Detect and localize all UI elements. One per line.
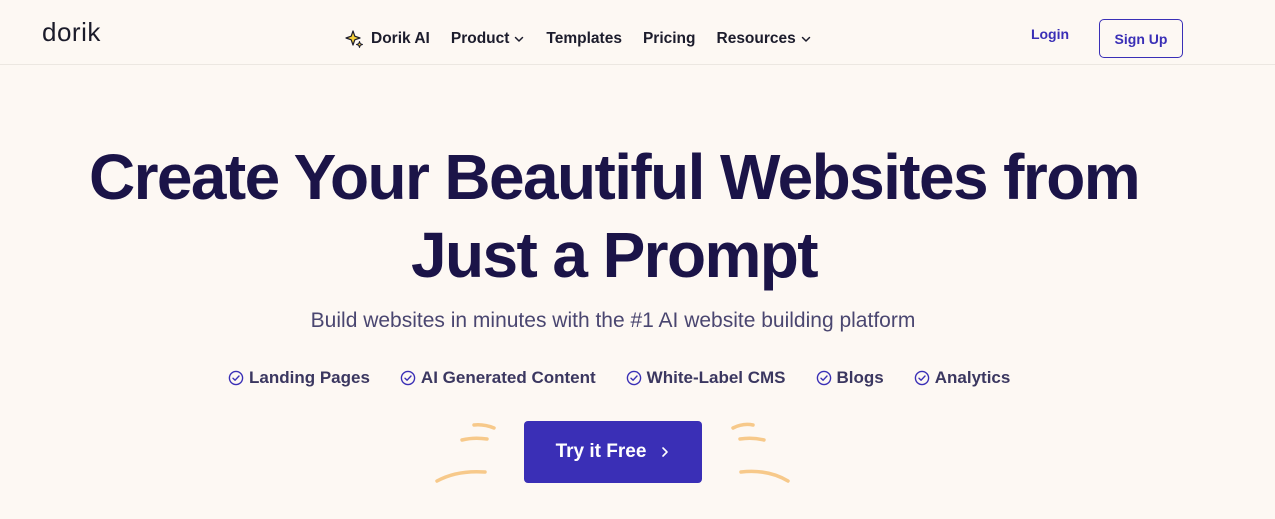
chevron-down-icon	[801, 36, 811, 42]
check-circle-icon	[400, 370, 416, 386]
nav-item-label: Product	[450, 30, 510, 47]
nav-item-product[interactable]: Product	[451, 30, 526, 48]
feature-item: AI Generated Content	[400, 368, 596, 388]
feature-label: Analytics	[934, 368, 1011, 387]
hero-title-line-2: Just a Prompt	[411, 219, 819, 291]
feature-label: AI Generated Content	[420, 368, 596, 387]
nav-item-label: Pricing	[642, 30, 696, 47]
feature-item: Landing Pages	[228, 368, 370, 388]
hero-title: Create Your Beautiful Websites from Just…	[0, 138, 1228, 294]
feature-item: White-Label CMS	[626, 368, 786, 388]
feature-label: Blogs	[836, 368, 884, 387]
cta-label: Try it Free	[555, 441, 647, 462]
nav-item-dorik-ai[interactable]: Dorik AI	[344, 29, 430, 49]
main-nav: Dorik AI Product Templates Pricing Resou…	[344, 21, 812, 57]
top-navbar: dorik Dorik AI Product Templates Pricing…	[0, 0, 1275, 65]
hero-title-line-1: Create Your Beautiful Websites from	[88, 141, 1141, 213]
sign-up-button[interactable]: Sign Up	[1099, 19, 1183, 58]
check-circle-icon	[914, 370, 930, 386]
feature-item: Blogs	[816, 368, 884, 388]
feature-label: White-Label CMS	[646, 368, 786, 387]
feature-item: Analytics	[914, 368, 1011, 388]
chevron-right-icon	[662, 447, 669, 457]
check-circle-icon	[228, 370, 244, 386]
try-it-free-button[interactable]: Try it Free	[524, 421, 702, 483]
sparkle-icon	[345, 30, 363, 48]
check-circle-icon	[816, 370, 831, 386]
nav-item-label: Resources	[716, 30, 796, 47]
check-circle-icon	[626, 370, 641, 386]
chevron-down-icon	[515, 36, 524, 42]
decorative-doodle-right-icon	[731, 422, 790, 483]
nav-item-label: Templates	[546, 30, 622, 47]
dorik-logo[interactable]: dorik	[42, 14, 101, 50]
feature-label: Landing Pages	[249, 368, 370, 387]
hero-subtitle: Build websites in minutes with the #1 AI…	[310, 309, 916, 332]
login-button[interactable]: Login	[1018, 26, 1082, 42]
decorative-doodle-left-icon	[435, 423, 496, 483]
nav-item-label: Dorik AI	[371, 30, 430, 47]
nav-item-templates[interactable]: Templates	[546, 30, 622, 48]
feature-list: Landing Pages AI Generated Content White…	[228, 366, 1010, 390]
nav-item-resources[interactable]: Resources	[717, 30, 812, 48]
nav-item-pricing[interactable]: Pricing	[643, 30, 696, 48]
